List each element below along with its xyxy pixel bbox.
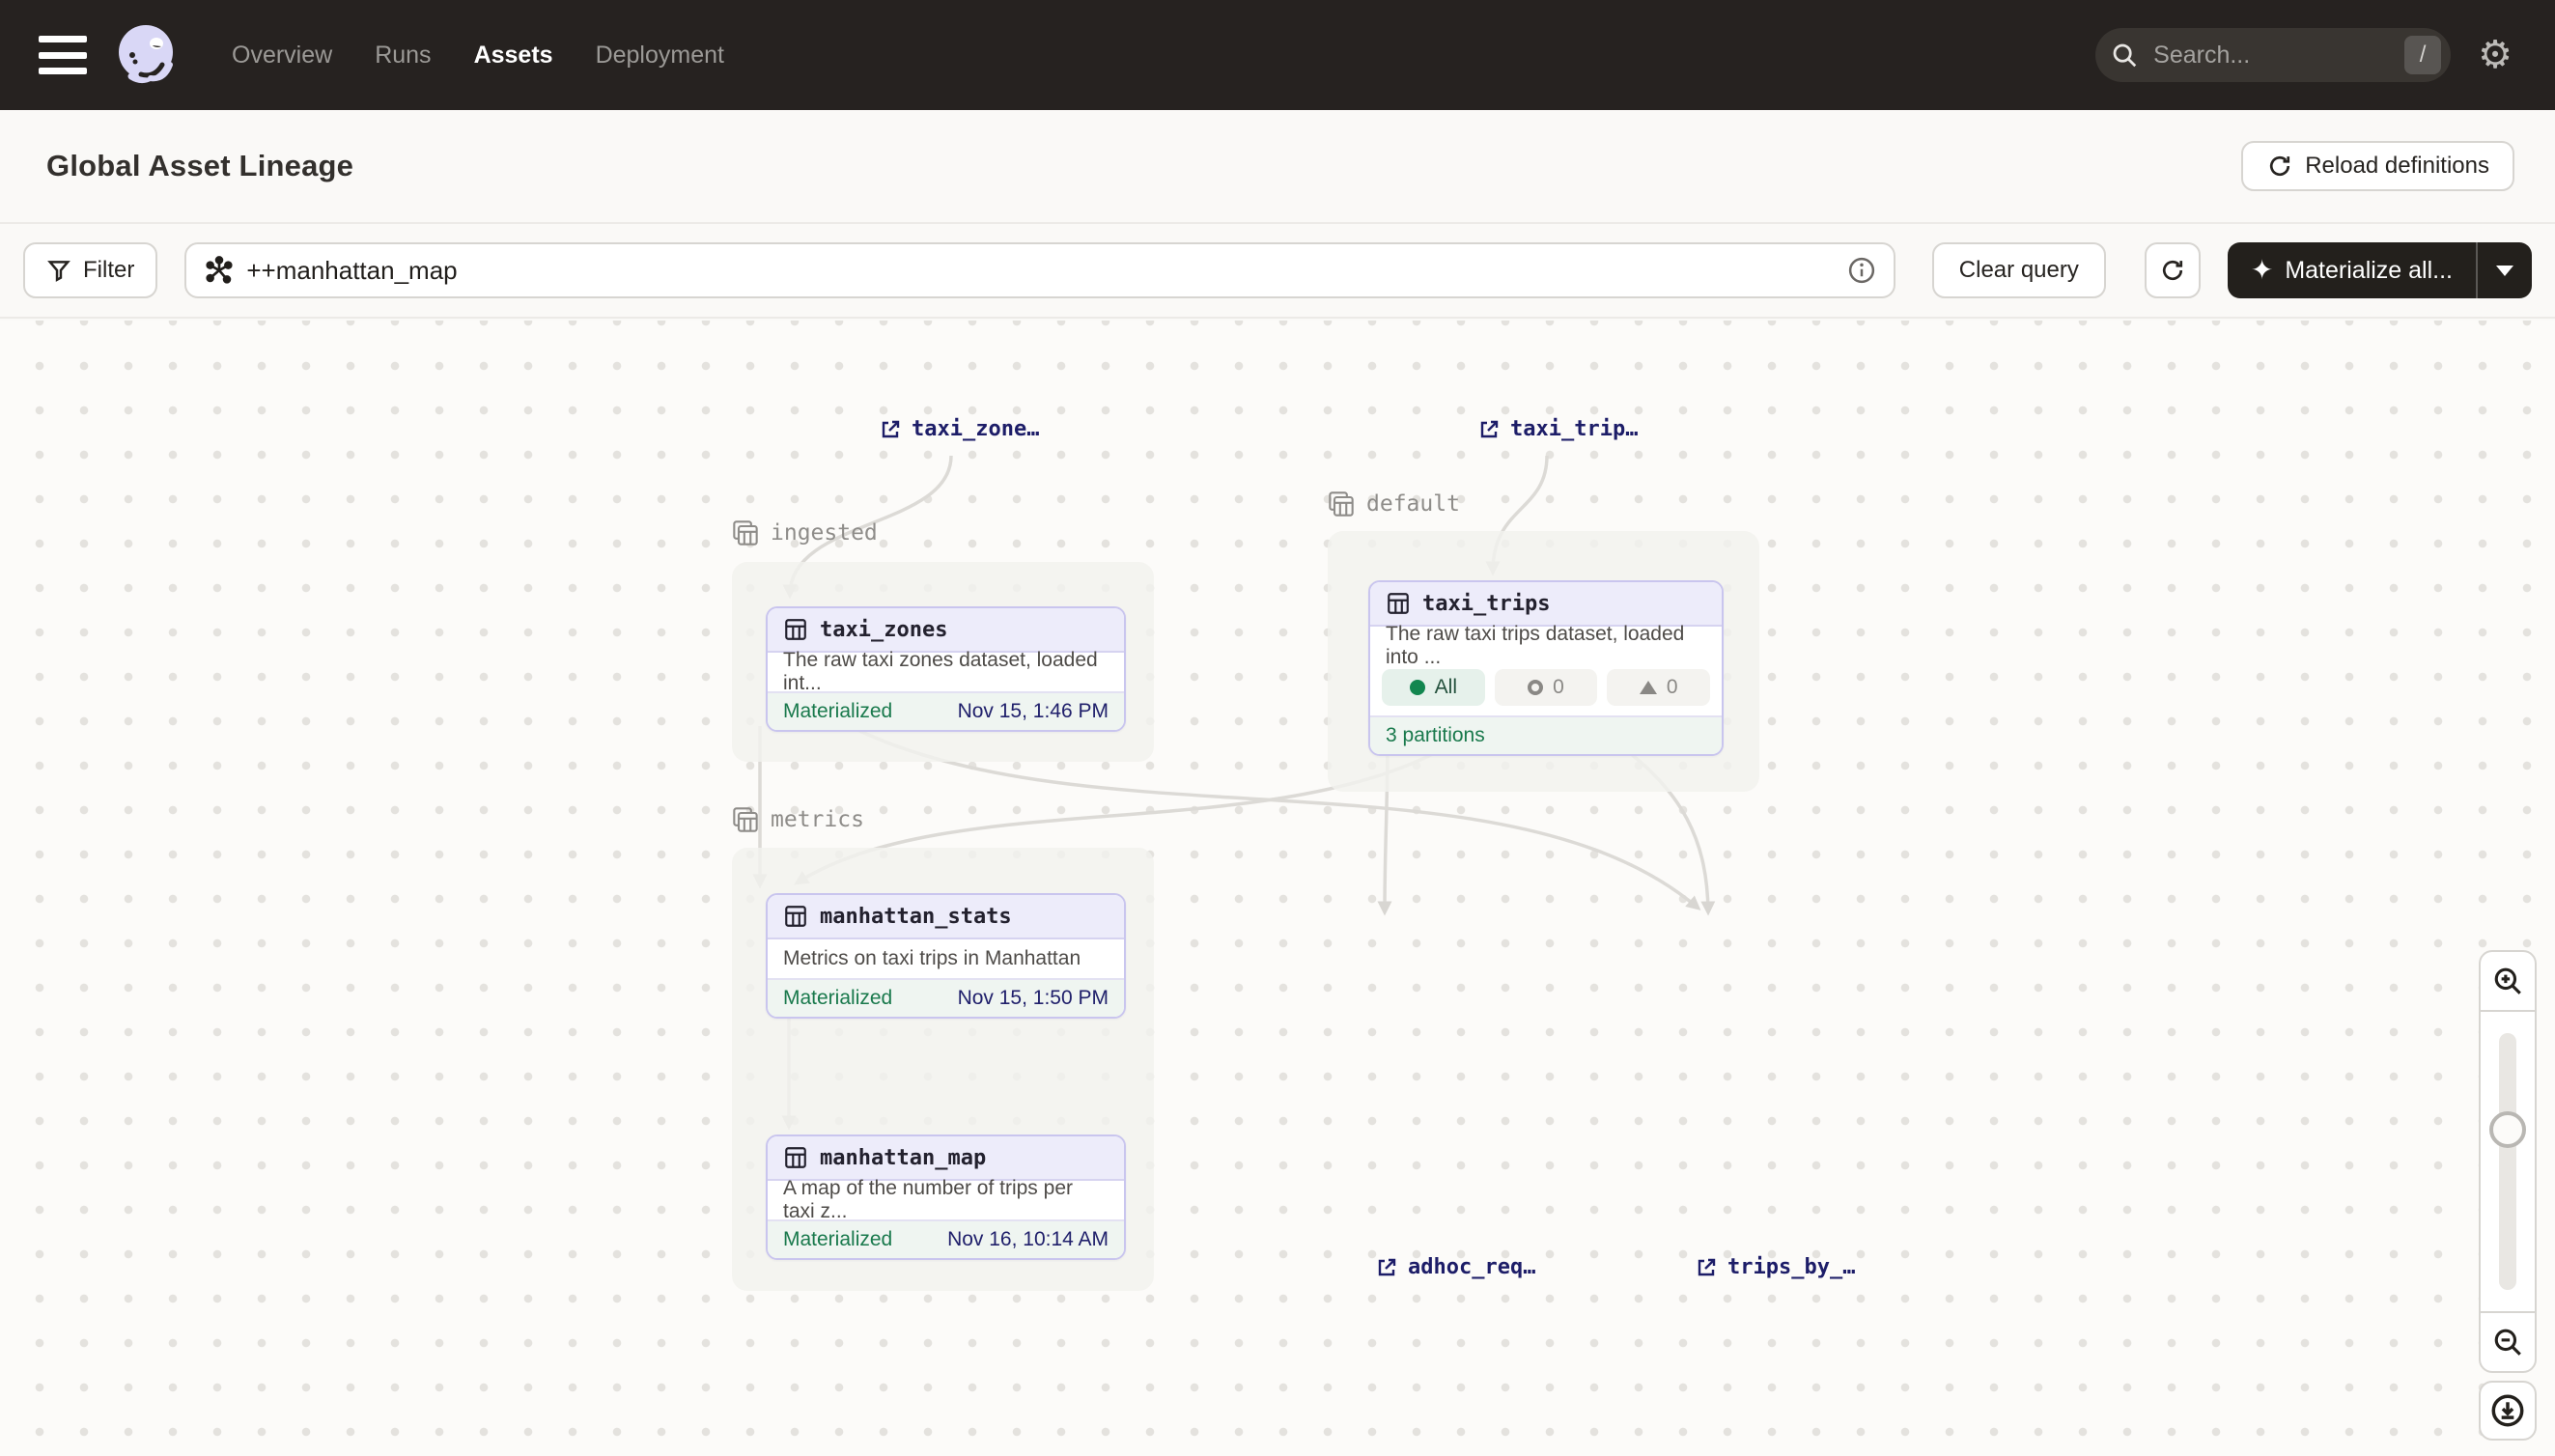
asset-selection-querybox[interactable] (184, 242, 1895, 298)
search-icon (2103, 34, 2146, 76)
funnel-icon (46, 258, 71, 283)
external-asset-trips-by[interactable]: trips_by_… (1695, 1255, 1855, 1279)
materialization-timestamp[interactable]: Nov 15, 1:50 PM (958, 987, 1109, 1010)
asset-node-manhattan-map[interactable]: manhattan_map A map of the number of tri… (766, 1134, 1126, 1260)
search-input[interactable] (2153, 42, 2404, 70)
status-badge: Materialized (783, 1228, 892, 1251)
asset-name: taxi_zones (820, 618, 947, 642)
external-asset-taxi-zone[interactable]: taxi_zone… (879, 417, 1039, 441)
settings-gear-icon[interactable]: ⚙ (2478, 36, 2513, 74)
asset-description: The raw taxi zones dataset, loaded int..… (768, 653, 1124, 691)
reload-icon (2266, 153, 2293, 180)
recenter-view-button[interactable] (2479, 1381, 2537, 1441)
zoom-control-panel (2479, 950, 2537, 1373)
nav-item-assets[interactable]: Assets (474, 42, 553, 70)
asset-query-input[interactable] (246, 256, 1846, 286)
external-link-icon (879, 418, 902, 441)
status-badge: Materialized (783, 987, 892, 1010)
materialize-all-button[interactable]: ✦ Materialize all... (2228, 242, 2476, 298)
table-icon (783, 617, 808, 642)
asset-node-manhattan-stats[interactable]: manhattan_stats Metrics on taxi trips in… (766, 893, 1126, 1019)
zoom-out-button[interactable] (2481, 1313, 2535, 1371)
table-icon (783, 904, 808, 929)
chevron-down-icon (2496, 266, 2513, 276)
asset-description: A map of the number of trips per taxi z.… (768, 1181, 1124, 1219)
asset-name: manhattan_stats (820, 905, 1012, 929)
top-nav-bar: Overview Runs Assets Deployment / ⚙ (0, 0, 2555, 110)
materialization-timestamp[interactable]: Nov 15, 1:46 PM (958, 700, 1109, 723)
asset-name: taxi_trips (1422, 592, 1550, 616)
refresh-icon (2159, 257, 2186, 284)
status-badge: Materialized (783, 700, 892, 723)
op-selector-icon (204, 255, 235, 286)
table-icon (1386, 591, 1411, 616)
partitions-count[interactable]: 3 partitions (1386, 724, 1485, 747)
zoom-slider-thumb[interactable] (2489, 1111, 2526, 1148)
external-link-icon (1477, 418, 1501, 441)
group-label-metrics[interactable]: metrics (732, 806, 864, 833)
sparkles-icon: ✦ (2251, 257, 2273, 284)
global-search[interactable]: / (2095, 28, 2451, 82)
materialization-timestamp[interactable]: Nov 16, 10:14 AM (947, 1228, 1109, 1251)
zoom-in-icon (2491, 965, 2524, 997)
triangle-icon (1640, 681, 1657, 694)
zoom-slider[interactable] (2481, 1010, 2535, 1313)
group-tables-icon (732, 519, 759, 546)
lineage-edges (0, 321, 2555, 1456)
success-dot-icon (1410, 680, 1425, 695)
external-link-icon (1375, 1256, 1398, 1279)
query-info-icon[interactable] (1847, 256, 1876, 285)
asset-description: Metrics on taxi trips in Manhattan (768, 939, 1124, 978)
zoom-slider-track[interactable] (2499, 1033, 2516, 1290)
nav-item-deployment[interactable]: Deployment (596, 42, 724, 70)
reload-definitions-button[interactable]: Reload definitions (2241, 141, 2514, 191)
download-center-icon (2489, 1392, 2526, 1429)
clear-query-button[interactable]: Clear query (1932, 242, 2106, 298)
partitions-failed-badge[interactable]: 0 (1495, 669, 1598, 706)
group-tables-icon (732, 806, 759, 833)
partitions-all-badge[interactable]: All (1382, 669, 1485, 706)
ring-icon (1528, 680, 1543, 695)
filter-button[interactable]: Filter (23, 242, 157, 298)
nav-item-runs[interactable]: Runs (375, 42, 431, 70)
page-header: Global Asset Lineage Reload definitions (0, 110, 2555, 224)
search-shortcut-badge: / (2404, 36, 2441, 74)
external-link-icon (1695, 1256, 1718, 1279)
group-label-default[interactable]: default (1328, 490, 1460, 518)
lineage-toolbar: Filter Clear query ✦ Materialize all... (0, 224, 2555, 319)
materialize-all-split-button: ✦ Materialize all... (2228, 242, 2532, 298)
asset-node-taxi-trips[interactable]: taxi_trips The raw taxi trips dataset, l… (1368, 580, 1724, 756)
asset-name: manhattan_map (820, 1146, 986, 1170)
external-asset-taxi-trip[interactable]: taxi_trip… (1477, 417, 1638, 441)
menu-icon[interactable] (39, 36, 87, 74)
page-title: Global Asset Lineage (46, 149, 353, 183)
primary-nav: Overview Runs Assets Deployment (232, 42, 724, 70)
materialize-dropdown-button[interactable] (2476, 242, 2532, 298)
zoom-out-icon (2491, 1326, 2524, 1358)
external-asset-adhoc-req[interactable]: adhoc_req… (1375, 1255, 1535, 1279)
asset-description: The raw taxi trips dataset, loaded into … (1370, 627, 1722, 665)
partitions-missing-badge[interactable]: 0 (1607, 669, 1710, 706)
table-icon (783, 1145, 808, 1170)
group-tables-icon (1328, 490, 1355, 518)
refresh-button[interactable] (2145, 242, 2201, 298)
partition-health-row: All 0 0 (1370, 665, 1722, 715)
nav-item-overview[interactable]: Overview (232, 42, 332, 70)
lineage-graph-canvas[interactable]: ingested default metrics taxi_zone… taxi… (0, 321, 2555, 1456)
dagster-logo-icon[interactable] (112, 20, 182, 90)
group-label-ingested[interactable]: ingested (732, 519, 878, 546)
zoom-in-button[interactable] (2481, 952, 2535, 1010)
asset-node-taxi-zones[interactable]: taxi_zones The raw taxi zones dataset, l… (766, 606, 1126, 732)
